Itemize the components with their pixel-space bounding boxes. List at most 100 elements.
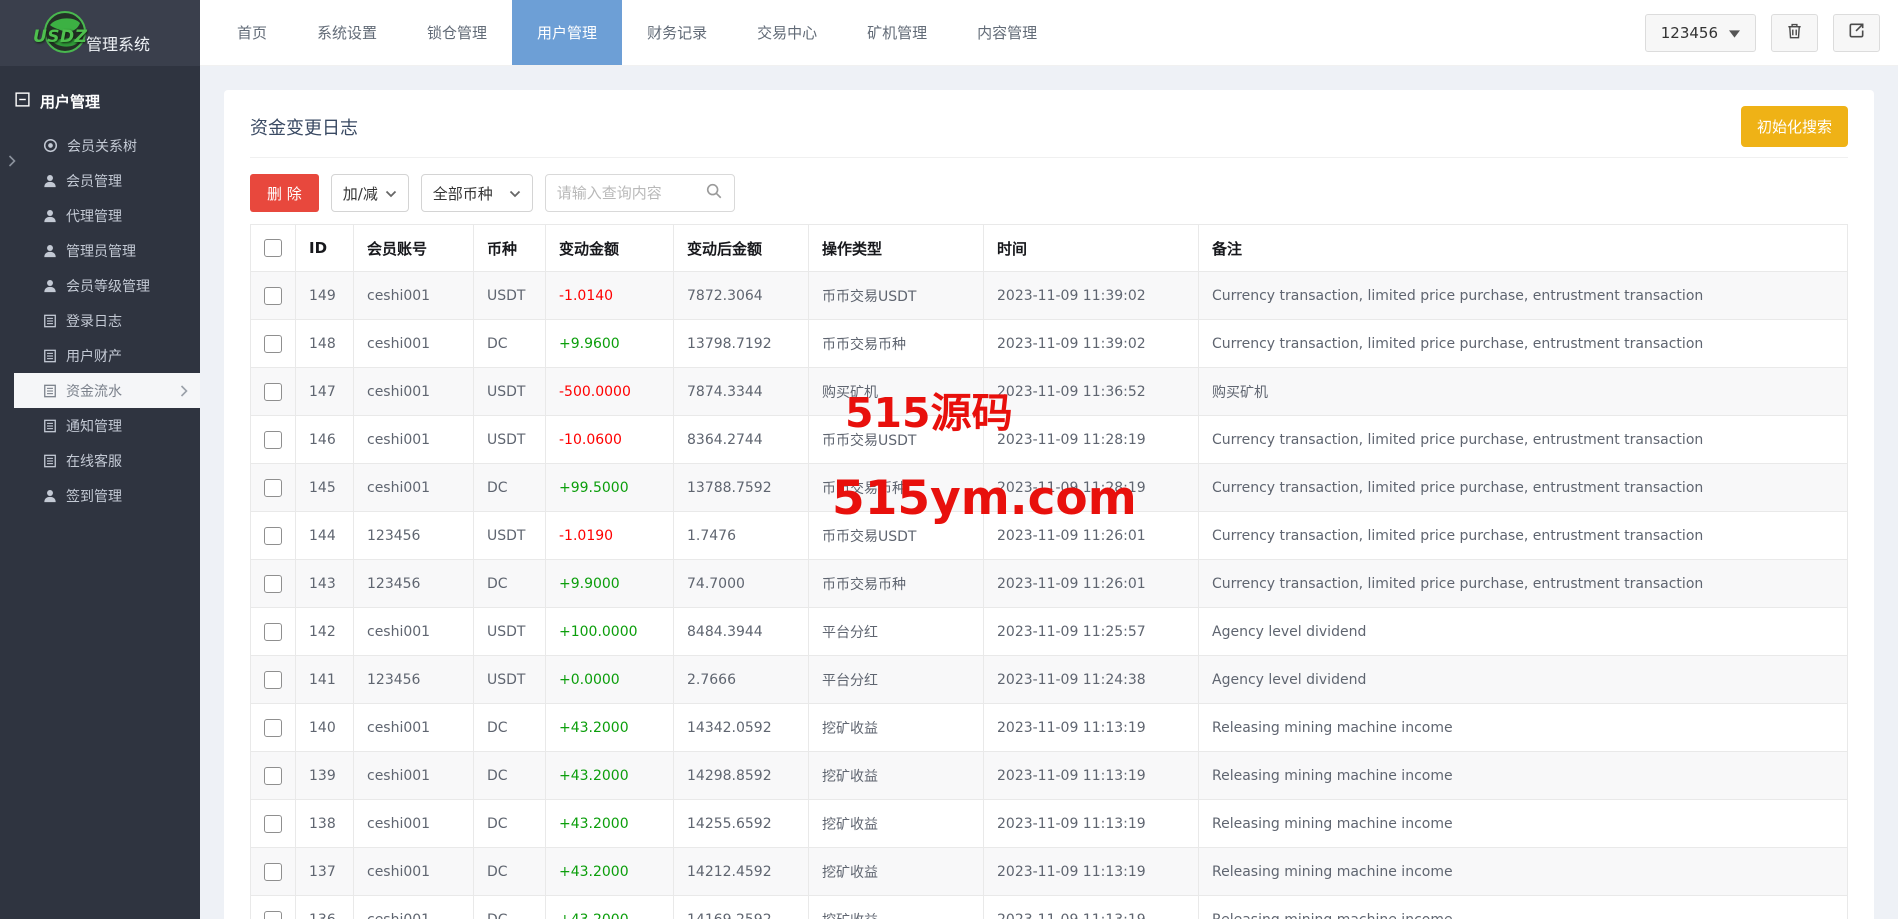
cell-account: ceshi001 [354, 896, 474, 919]
cell-id: 136 [296, 896, 354, 919]
direction-select[interactable]: 加/减 [331, 174, 409, 212]
doc-icon [43, 314, 57, 328]
app-name: 管理系统 [86, 31, 150, 55]
page-title: 资金变更日志 [250, 114, 1848, 140]
sidebar-item[interactable]: 代理管理 [0, 198, 200, 233]
nav-tab[interactable]: 矿机管理 [842, 0, 952, 65]
sidebar-item[interactable]: 会员管理 [0, 163, 200, 198]
cell-remark: Releasing mining machine income [1199, 800, 1848, 848]
trash-button[interactable] [1771, 14, 1818, 52]
cell-amount: -1.0190 [546, 512, 674, 560]
row-checkbox[interactable] [264, 287, 282, 305]
cell-type: 币币交易币种 [809, 560, 984, 608]
search-input[interactable] [557, 184, 705, 202]
sidebar-item[interactable]: 登录日志 [0, 303, 200, 338]
nav-tab[interactable]: 锁仓管理 [402, 0, 512, 65]
cell-balance: 8484.3944 [674, 608, 809, 656]
row-select-cell [251, 272, 296, 320]
row-checkbox[interactable] [264, 335, 282, 353]
cell-time: 2023-11-09 11:13:19 [984, 800, 1199, 848]
cell-remark: Currency transaction, limited price purc… [1199, 512, 1848, 560]
cell-type: 币币交易USDT [809, 416, 984, 464]
cell-remark: Currency transaction, limited price purc… [1199, 560, 1848, 608]
nav-tab[interactable]: 系统设置 [292, 0, 402, 65]
cell-amount: +99.5000 [546, 464, 674, 512]
delete-button[interactable]: 删 除 [250, 174, 319, 212]
sidebar-item[interactable]: 通知管理 [0, 408, 200, 443]
chevron-down-icon [385, 184, 397, 202]
sidebar-item[interactable]: 资金流水 [14, 373, 200, 408]
cell-remark: Agency level dividend [1199, 656, 1848, 704]
user-icon [43, 489, 57, 503]
row-checkbox[interactable] [264, 815, 282, 833]
cell-coin: DC [474, 560, 546, 608]
cell-time: 2023-11-09 11:28:19 [984, 464, 1199, 512]
nav-tab[interactable]: 首页 [212, 0, 292, 65]
reset-search-button[interactable]: 初始化搜索 [1741, 106, 1848, 147]
cell-remark: Currency transaction, limited price purc… [1199, 320, 1848, 368]
cell-balance: 14212.4592 [674, 848, 809, 896]
row-checkbox[interactable] [264, 911, 282, 919]
cell-remark: Releasing mining machine income [1199, 704, 1848, 752]
row-checkbox[interactable] [264, 527, 282, 545]
row-checkbox[interactable] [264, 431, 282, 449]
cell-type: 币币交易币种 [809, 320, 984, 368]
row-checkbox[interactable] [264, 719, 282, 737]
target-icon [43, 138, 58, 153]
cell-time: 2023-11-09 11:13:19 [984, 752, 1199, 800]
row-checkbox[interactable] [264, 671, 282, 689]
sidebar-item[interactable]: 用户财产 [0, 338, 200, 373]
nav-tab[interactable]: 用户管理 [512, 0, 622, 65]
search-icon[interactable] [705, 182, 723, 204]
row-select-cell [251, 656, 296, 704]
cell-time: 2023-11-09 11:26:01 [984, 560, 1199, 608]
user-icon [43, 174, 57, 188]
cell-type: 挖矿收益 [809, 704, 984, 752]
sidebar-item[interactable]: 在线客服 [0, 443, 200, 478]
row-checkbox[interactable] [264, 479, 282, 497]
doc-icon [43, 384, 57, 398]
row-checkbox[interactable] [264, 767, 282, 785]
cell-coin: DC [474, 896, 546, 919]
cell-amount: -1.0140 [546, 272, 674, 320]
cell-id: 147 [296, 368, 354, 416]
cell-account: 123456 [354, 560, 474, 608]
sidebar-item[interactable]: 签到管理 [0, 478, 200, 513]
row-checkbox[interactable] [264, 383, 282, 401]
sidebar-item[interactable]: 管理员管理 [0, 233, 200, 268]
nav-tab[interactable]: 交易中心 [732, 0, 842, 65]
select-all-cell [251, 225, 296, 272]
nav-tab[interactable]: 内容管理 [952, 0, 1062, 65]
table-row: 147ceshi001USDT-500.00007874.3344购买矿机202… [251, 368, 1848, 416]
cell-account: ceshi001 [354, 848, 474, 896]
row-checkbox[interactable] [264, 623, 282, 641]
column-header: 变动金额 [546, 225, 674, 272]
cell-time: 2023-11-09 11:36:52 [984, 368, 1199, 416]
coin-select[interactable]: 全部币种 [421, 174, 533, 212]
account-dropdown[interactable]: 123456 [1645, 14, 1756, 52]
cell-balance: 74.7000 [674, 560, 809, 608]
sidebar-item[interactable]: 会员关系树 [0, 128, 200, 163]
sidebar-item-label: 用户财产 [66, 346, 122, 366]
logout-button[interactable] [1833, 14, 1880, 52]
row-checkbox[interactable] [264, 575, 282, 593]
nav-tab[interactable]: 财务记录 [622, 0, 732, 65]
cell-balance: 2.7666 [674, 656, 809, 704]
row-select-cell [251, 704, 296, 752]
row-select-cell [251, 464, 296, 512]
coin-select-value: 全部币种 [433, 183, 493, 204]
cell-time: 2023-11-09 11:13:19 [984, 848, 1199, 896]
cell-id: 141 [296, 656, 354, 704]
cell-id: 142 [296, 608, 354, 656]
row-checkbox[interactable] [264, 863, 282, 881]
sidebar-item[interactable]: 会员等级管理 [0, 268, 200, 303]
sidebar-item-label: 在线客服 [66, 451, 122, 471]
cell-coin: USDT [474, 512, 546, 560]
trash-icon [1785, 21, 1804, 45]
sidebar-section-header[interactable]: 用户管理 [0, 66, 200, 128]
main-nav: 首页系统设置锁仓管理用户管理财务记录交易中心矿机管理内容管理 [200, 0, 1062, 65]
select-all-checkbox[interactable] [264, 239, 282, 257]
table-row: 137ceshi001DC+43.200014212.4592挖矿收益2023-… [251, 848, 1848, 896]
sidebar-item-label: 会员等级管理 [66, 276, 150, 296]
doc-icon [43, 419, 57, 433]
